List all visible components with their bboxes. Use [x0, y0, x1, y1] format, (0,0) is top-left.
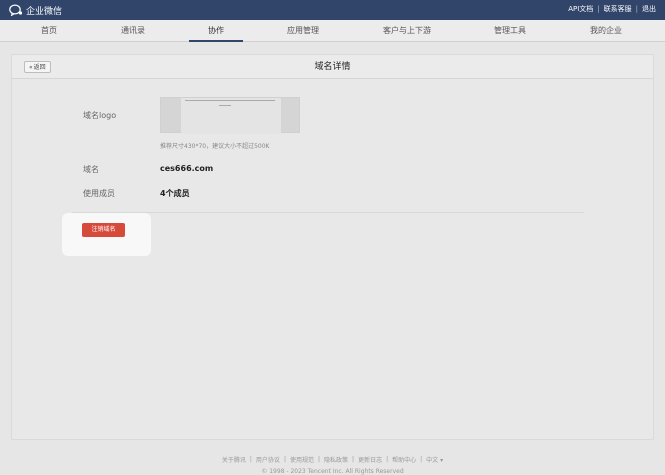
nav-collaboration[interactable]: 协作	[181, 20, 251, 42]
separator: |	[352, 456, 355, 463]
logo-text: 企业微信	[26, 6, 63, 17]
logo[interactable]: 企业微信	[9, 3, 62, 17]
domain-label: 域名	[83, 165, 99, 174]
main-nav: 首页 通讯录 协作 应用管理 客户与上下游 管理工具 我的企业	[0, 20, 665, 42]
separator: |	[283, 456, 286, 463]
divider	[72, 212, 584, 213]
footer-link-privacy[interactable]: 隐私政策	[324, 455, 348, 464]
logout-link[interactable]: 退出	[642, 4, 656, 14]
members-value: 4个成员	[160, 189, 190, 198]
language-label: 中文	[426, 457, 439, 464]
footer-links: 关于腾讯 | 用户协议 | 使用规范 | 隐私政策 | 更新日志 | 帮助中心 | 中文 ▾	[0, 455, 665, 464]
copyright: © 1998 - 2023 Tencent Inc. All Rights Re…	[261, 468, 404, 475]
deregister-domain-button[interactable]: 注销域名	[82, 223, 125, 237]
footer-link-user-agreement[interactable]: 用户协议	[256, 455, 280, 464]
language-select[interactable]: 中文 ▾	[426, 455, 443, 464]
domain-value: ces666.com	[160, 164, 214, 173]
wecom-logo-icon	[9, 4, 23, 16]
nav-app-management[interactable]: 应用管理	[268, 20, 338, 42]
separator: |	[420, 456, 423, 463]
nav-management-tools[interactable]: 管理工具	[475, 20, 545, 42]
domain-logo-image[interactable]	[160, 97, 300, 134]
nav-customers-partners[interactable]: 客户与上下游	[372, 20, 442, 42]
separator: |	[249, 456, 252, 463]
footer-link-changelog[interactable]: 更新日志	[358, 455, 382, 464]
logo-preview-line	[219, 105, 231, 106]
top-links: API文档 | 联系客服 | 退出	[568, 4, 656, 14]
separator: |	[635, 5, 638, 13]
logo-hint: 推荐尺寸430*70，建议大小不超过500K	[160, 143, 270, 150]
footer: 关于腾讯 | 用户协议 | 使用规范 | 隐私政策 | 更新日志 | 帮助中心 | 中文 ▾…	[0, 455, 665, 475]
nav-my-enterprise[interactable]: 我的企业	[571, 20, 641, 42]
page-title: 域名详情	[314, 62, 351, 72]
footer-link-usage-rules[interactable]: 使用规范	[290, 455, 314, 464]
separator: |	[597, 5, 600, 13]
members-label: 使用成员	[83, 189, 115, 198]
contact-support-link[interactable]: 联系客服	[604, 4, 632, 14]
back-button[interactable]: « 返回	[24, 61, 51, 73]
nav-home[interactable]: 首页	[14, 20, 84, 42]
logo-preview-line	[185, 100, 275, 101]
back-label: 返回	[33, 63, 46, 71]
nav-contacts[interactable]: 通讯录	[98, 20, 168, 42]
logo-preview	[181, 98, 281, 134]
separator: |	[386, 456, 389, 463]
top-bar: 企业微信 API文档 | 联系客服 | 退出	[0, 0, 665, 20]
logo-label: 域名logo	[83, 111, 117, 120]
footer-link-help[interactable]: 帮助中心	[392, 455, 416, 464]
card-header: 域名详情 « 返回	[12, 55, 653, 79]
api-docs-link[interactable]: API文档	[568, 4, 593, 14]
separator: |	[317, 456, 321, 463]
double-chevron-left-icon: «	[29, 63, 33, 71]
caret-down-icon: ▾	[440, 457, 444, 464]
footer-link-about[interactable]: 关于腾讯	[222, 455, 246, 464]
